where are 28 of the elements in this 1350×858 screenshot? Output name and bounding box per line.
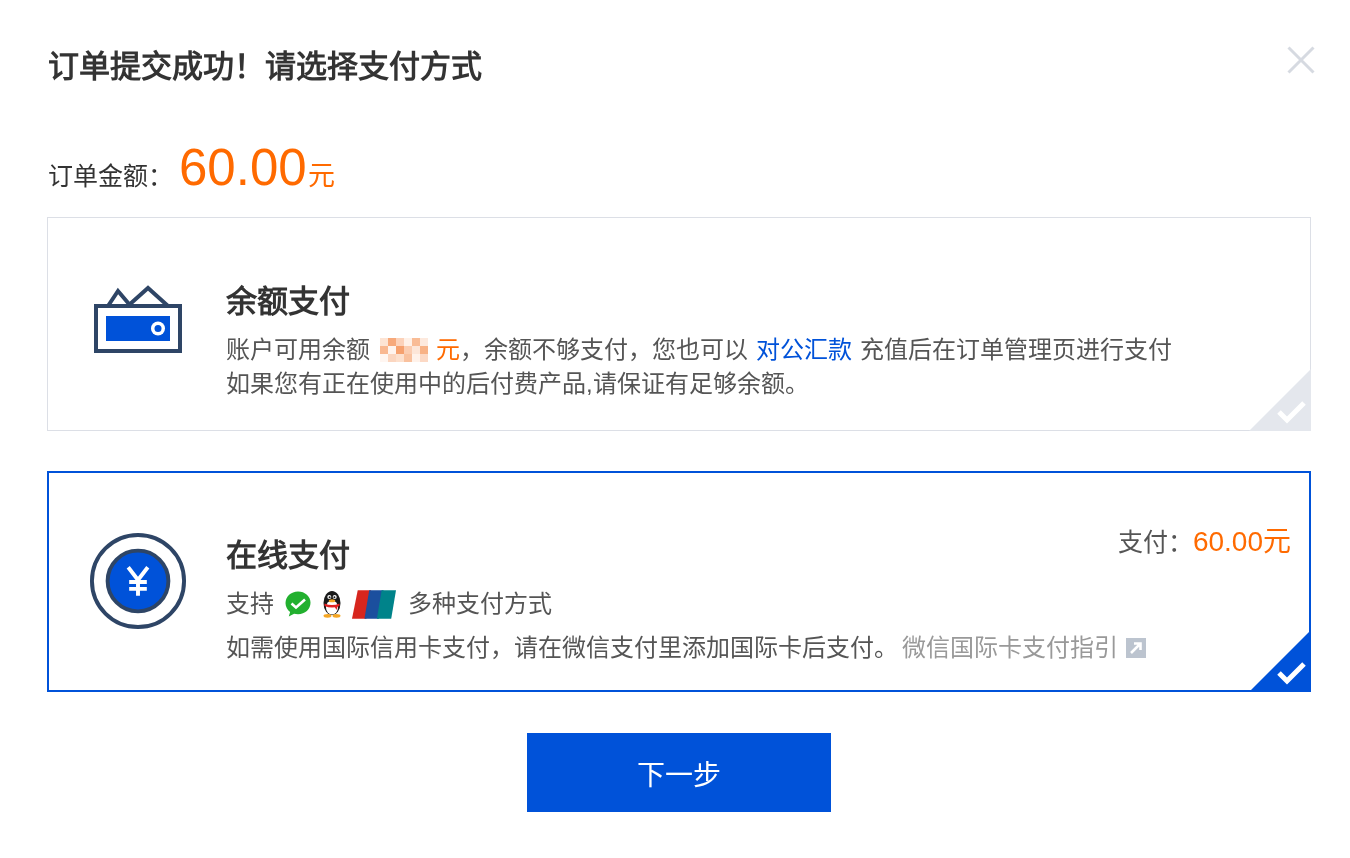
pixel-mosaic-icon (380, 338, 428, 362)
info-text: 账户可用余额 (226, 335, 370, 365)
unit-text: 元 (436, 335, 460, 365)
pay-label: 支付： (1117, 527, 1193, 558)
info-text: 如果您有正在使用中的后付费产品,请保证有足够余额。 (226, 369, 809, 399)
info-text: 多种支付方式 (408, 589, 552, 619)
external-link-icon (1126, 638, 1146, 658)
pay-amount: 60.00元 (1192, 525, 1291, 559)
option-title: 在线支付 (226, 537, 351, 575)
penguin-icon (322, 590, 342, 618)
yen-coin-icon (89, 532, 187, 630)
info-text: ，余额不够支付，您也可以 (460, 335, 748, 365)
order-amount: 60.00元 (179, 138, 335, 198)
next-button[interactable]: 下一步 (527, 733, 831, 812)
info-text: 支持 (226, 589, 274, 619)
corner-check-icon (1249, 369, 1311, 431)
close-icon[interactable] (1287, 46, 1315, 74)
amount-label: 订单金额： (48, 161, 173, 192)
wallet-icon (94, 285, 182, 353)
dialog-title: 订单提交成功！请选择支付方式 (48, 48, 482, 86)
info-text: 充值后在订单管理页进行支付 (860, 335, 1172, 365)
card-logo-icon (352, 589, 396, 619)
payment-option-card[interactable]: 余额支付 账户可用余额 元，余额不够支付，您也可以 对公汇款 充值后在订单管理页进行支付 如果您有正在使用中的后付费产品,请保证有足够余额。 (47, 217, 1311, 431)
text-link[interactable]: 对公汇款 (756, 333, 852, 367)
corner-check-icon (1249, 630, 1311, 692)
option-title: 余额支付 (226, 283, 351, 321)
info-text: 如需使用国际信用卡支付，请在微信支付里添加国际卡后支付。 (226, 633, 898, 663)
chat-check-icon (284, 590, 312, 618)
